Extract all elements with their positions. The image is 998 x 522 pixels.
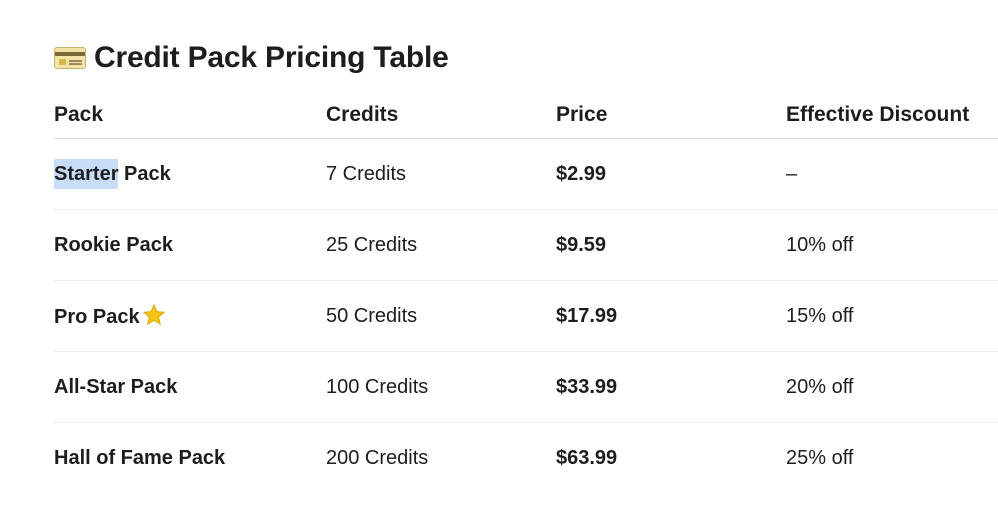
discount-cell: 20% off [786,351,998,423]
selected-text[interactable]: Starter [54,158,119,189]
pack-name-cell: All-Star Pack [54,351,326,423]
discount-cell: 15% off [786,280,998,352]
table-row: Rookie Pack 25 Credits $9.59 10% off [54,209,998,281]
star-icon [142,303,165,326]
pack-name-cell[interactable]: Starter Pack [54,138,326,210]
credits-cell: 7 Credits [326,138,556,210]
pack-name-rest: Pack [118,162,171,185]
credits-cell: 25 Credits [326,209,556,281]
document: Credit Pack Pricing Table Pack Credits P… [0,0,998,522]
page-title: Credit Pack Pricing Table [94,41,449,74]
price-cell: $9.59 [556,209,786,281]
table-head: Pack Credits Price Effective Discount [54,92,998,139]
card-lines [69,60,82,62]
table-row: Hall of Fame Pack 200 Credits $63.99 25%… [54,423,998,494]
header-effective-discount: Effective Discount [786,92,998,139]
credits-cell: 50 Credits [326,280,556,352]
pack-name-cell: Rookie Pack [54,209,326,281]
table-row: Starter Pack 7 Credits $2.99 – [54,138,998,210]
price-cell: $33.99 [556,351,786,423]
table-row: Pro Pack 50 Credits $17.99 15% off [54,280,998,352]
price-cell: $2.99 [556,138,786,210]
table-row: All-Star Pack 100 Credits $33.99 20% off [54,351,998,423]
title-row: Credit Pack Pricing Table [54,38,449,78]
discount-cell: 25% off [786,446,854,469]
credit-card-icon [54,47,86,69]
discount-cell: – [786,138,998,210]
header-price: Price [556,92,786,139]
table-body: Starter Pack 7 Credits $2.99 – Rookie Pa… [54,138,998,494]
discount-cell: 10% off [786,209,998,281]
pack-name-text: Pro Pack [54,306,140,328]
header-credits: Credits [326,92,556,139]
pricing-table: Pack Credits Price Effective Discount St… [54,92,998,493]
pack-name-cell: Pro Pack [54,280,326,352]
price-cell: $17.99 [556,280,786,352]
credits-cell: 200 Credits [326,446,429,469]
header-pack: Pack [54,92,326,139]
card-chip [59,59,66,65]
card-stripe [55,52,85,56]
header-row: Pack Credits Price Effective Discount [54,92,998,139]
price-cell: $63.99 [556,446,618,469]
credits-cell: 100 Credits [326,351,556,423]
pack-name-cell: Hall of Fame Pack [54,446,226,469]
